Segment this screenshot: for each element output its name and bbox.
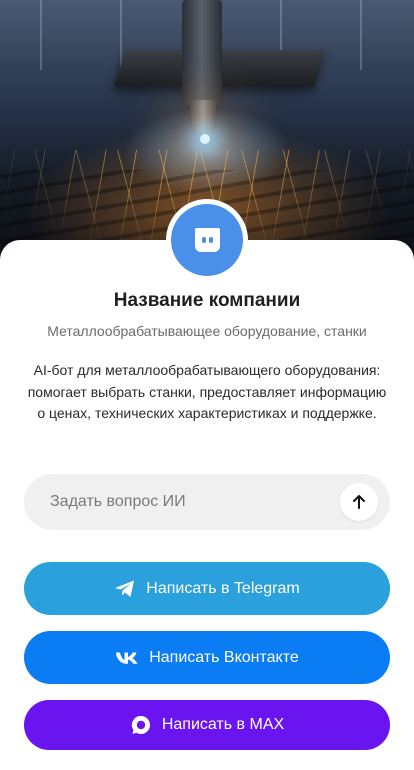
arrow-up-icon <box>353 495 365 509</box>
avatar-circle <box>171 204 243 276</box>
company-name: Название компании <box>113 290 301 311</box>
avatar <box>166 199 248 281</box>
telegram-button[interactable]: Написать в Telegram <box>24 562 390 615</box>
company-category: Металлообрабатывающее оборудование, стан… <box>47 323 367 339</box>
max-icon <box>130 714 152 736</box>
telegram-button-label: Написать в Telegram <box>146 579 300 597</box>
ask-ai-field[interactable] <box>24 474 390 530</box>
ask-ai-input[interactable] <box>48 492 340 512</box>
chat-bot-icon <box>194 228 220 252</box>
max-button-label: Написать в MAX <box>161 716 285 733</box>
machine-column <box>182 0 222 105</box>
send-button[interactable] <box>340 483 378 521</box>
cutting-head <box>190 100 216 134</box>
laser-spark <box>200 134 210 144</box>
max-button[interactable]: Написать в MAX <box>24 700 390 750</box>
telegram-icon <box>114 579 136 599</box>
company-description: AI-бот для металлообрабатывающего оборуд… <box>27 362 387 421</box>
vk-button[interactable]: Написать Вконтакте <box>24 631 390 684</box>
vk-icon <box>115 651 139 665</box>
vk-button-label: Написать Вконтакте <box>149 648 299 666</box>
